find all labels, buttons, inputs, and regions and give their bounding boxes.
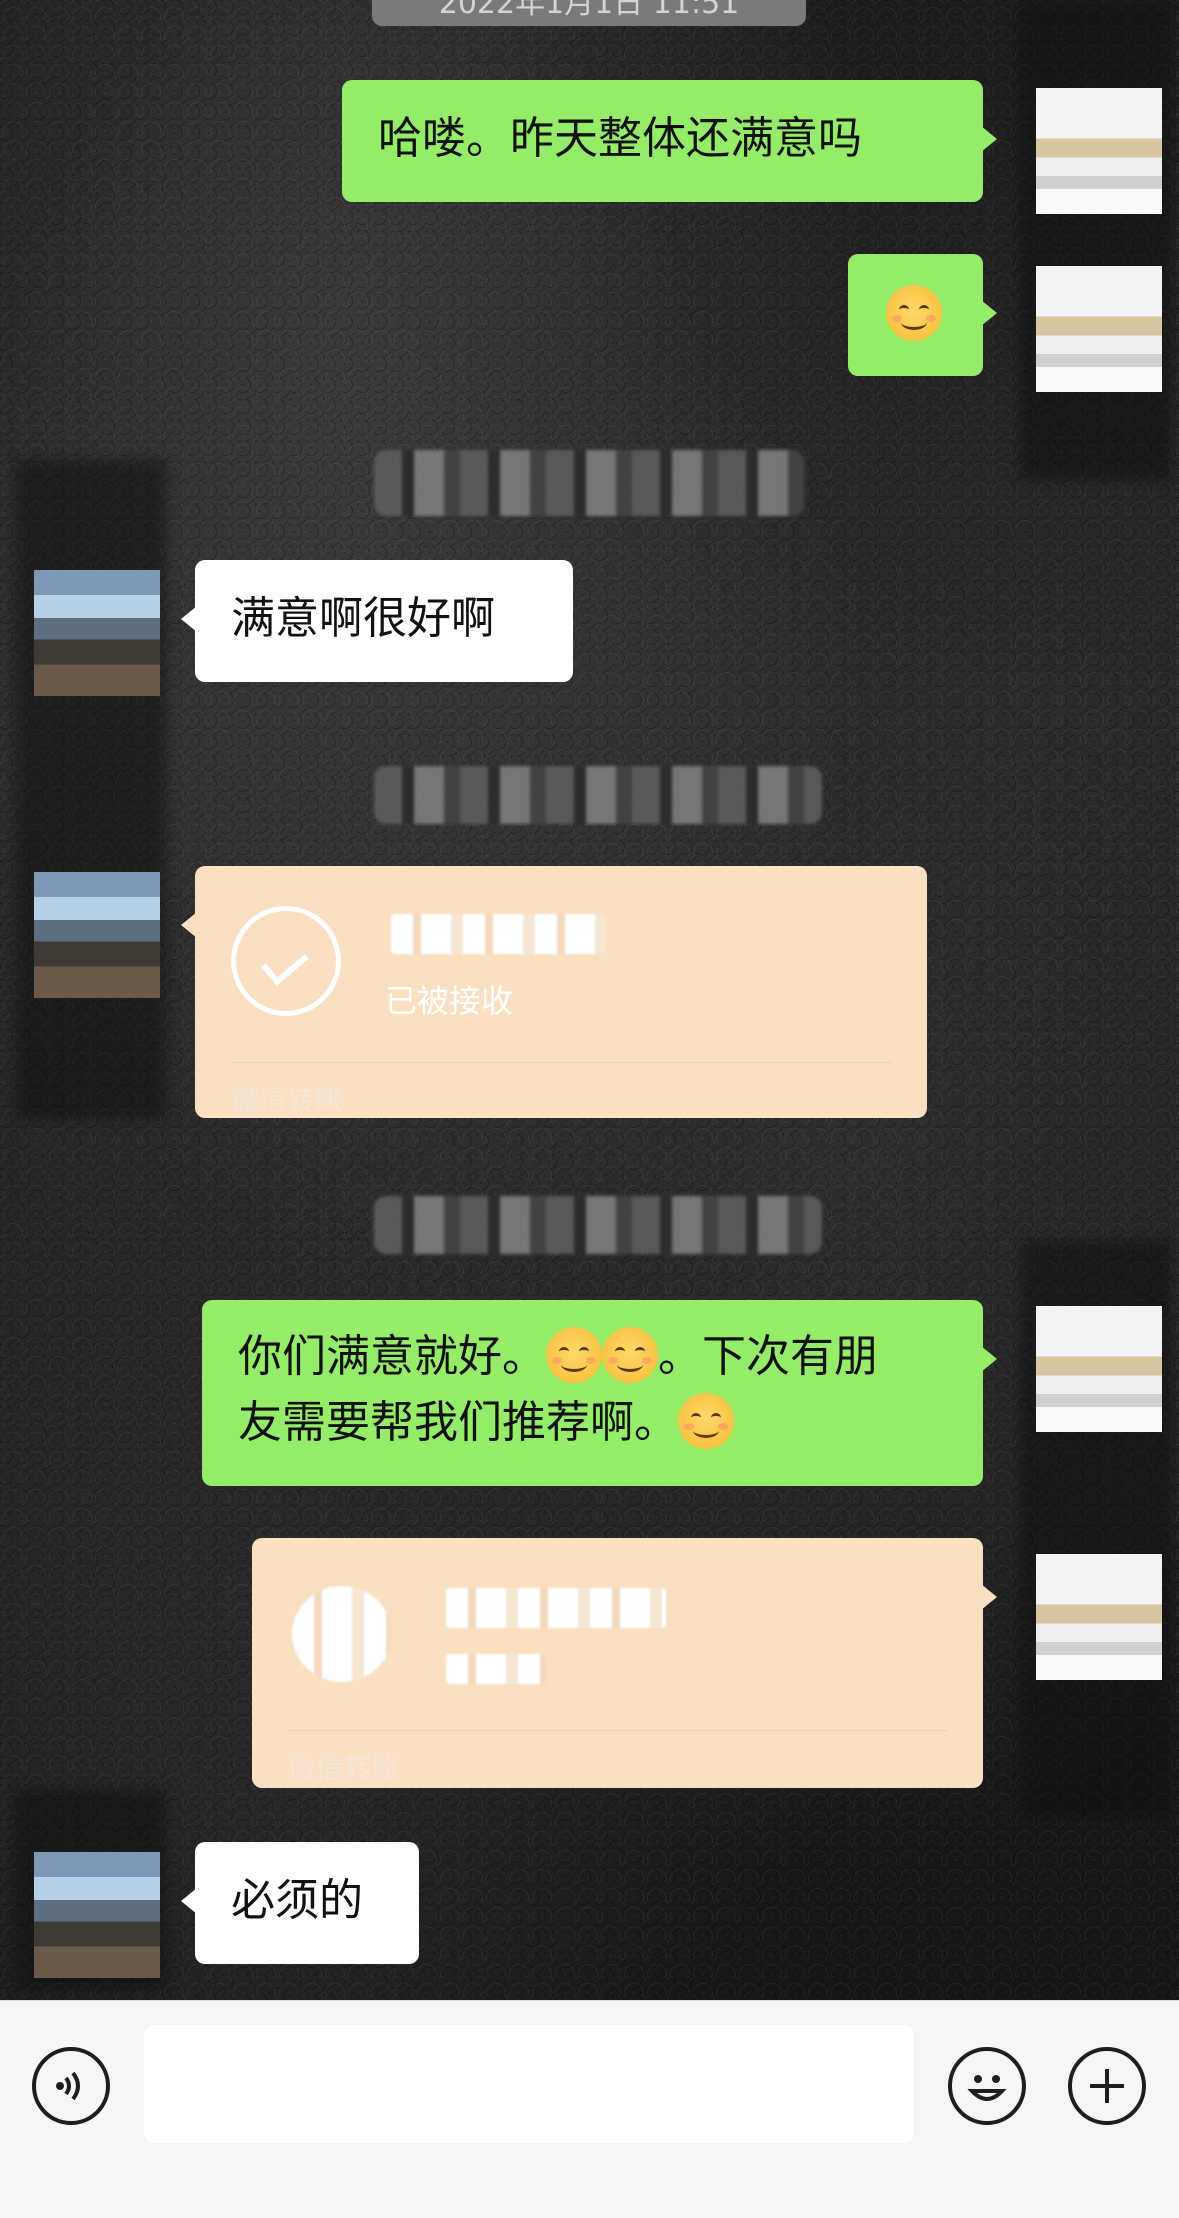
message-text-line-2: 友需要帮我们推荐啊。 (238, 1390, 947, 1456)
smiling-face-icon (602, 1327, 658, 1383)
avatar-contact[interactable] (34, 1852, 160, 1978)
message-bubble-sent[interactable]: 哈喽。昨天整体还满意吗 (342, 80, 997, 202)
emoji-icon[interactable] (948, 2047, 1026, 2125)
redacted-amount (446, 1588, 666, 1628)
plus-icon[interactable] (1068, 2047, 1146, 2125)
message-text: 哈喽。昨天整体还满意吗 (378, 113, 862, 164)
redacted-notice (374, 1196, 822, 1254)
transfer-card-sent[interactable]: 微信转账 (252, 1538, 997, 1788)
avatar-contact[interactable] (34, 872, 160, 998)
message-text-line-1: 你们满意就好。 。下次有朋 (238, 1324, 947, 1390)
avatar-self[interactable] (1036, 1306, 1162, 1432)
message-bubble-sent[interactable]: 你们满意就好。 。下次有朋 友需要帮我们推荐啊。 (202, 1300, 997, 1486)
redacted-notice (374, 766, 822, 824)
message-bubble-received[interactable]: 必须的 (181, 1842, 419, 1964)
transfer-status: 已被接收 (385, 982, 514, 1020)
smiling-face-icon (546, 1327, 602, 1383)
check-circle-icon (231, 906, 341, 1016)
message-text: 必须的 (231, 1875, 363, 1926)
transfer-label: 微信转账 (288, 1752, 401, 1785)
message-text: 满意啊很好啊 (231, 593, 495, 644)
message-bubble-sent[interactable] (848, 254, 997, 376)
avatar-shadow (16, 460, 166, 1120)
divider (288, 1730, 948, 1731)
redacted-icon (292, 1586, 392, 1682)
avatar-self[interactable] (1036, 1554, 1162, 1680)
chat-timestamp: 2022年1月1日 11:51 (372, 0, 806, 26)
voice-icon[interactable] (32, 2047, 110, 2125)
avatar-contact[interactable] (34, 570, 160, 696)
smiling-face-icon (886, 285, 942, 341)
divider (231, 1062, 891, 1063)
smiling-face-icon (678, 1393, 734, 1449)
transfer-card-received[interactable]: 已被接收 微信转账 (181, 866, 927, 1118)
redacted-notice (374, 450, 804, 516)
transfer-label: 微信转账 (231, 1084, 344, 1117)
avatar-self[interactable] (1036, 88, 1162, 214)
input-bar (0, 2000, 1179, 2218)
message-bubble-received[interactable]: 满意啊很好啊 (181, 560, 573, 682)
redacted-status (446, 1654, 546, 1684)
message-input[interactable] (144, 2025, 914, 2143)
redacted-amount (391, 914, 605, 954)
avatar-self[interactable] (1036, 266, 1162, 392)
avatar-shadow (1020, 0, 1170, 480)
